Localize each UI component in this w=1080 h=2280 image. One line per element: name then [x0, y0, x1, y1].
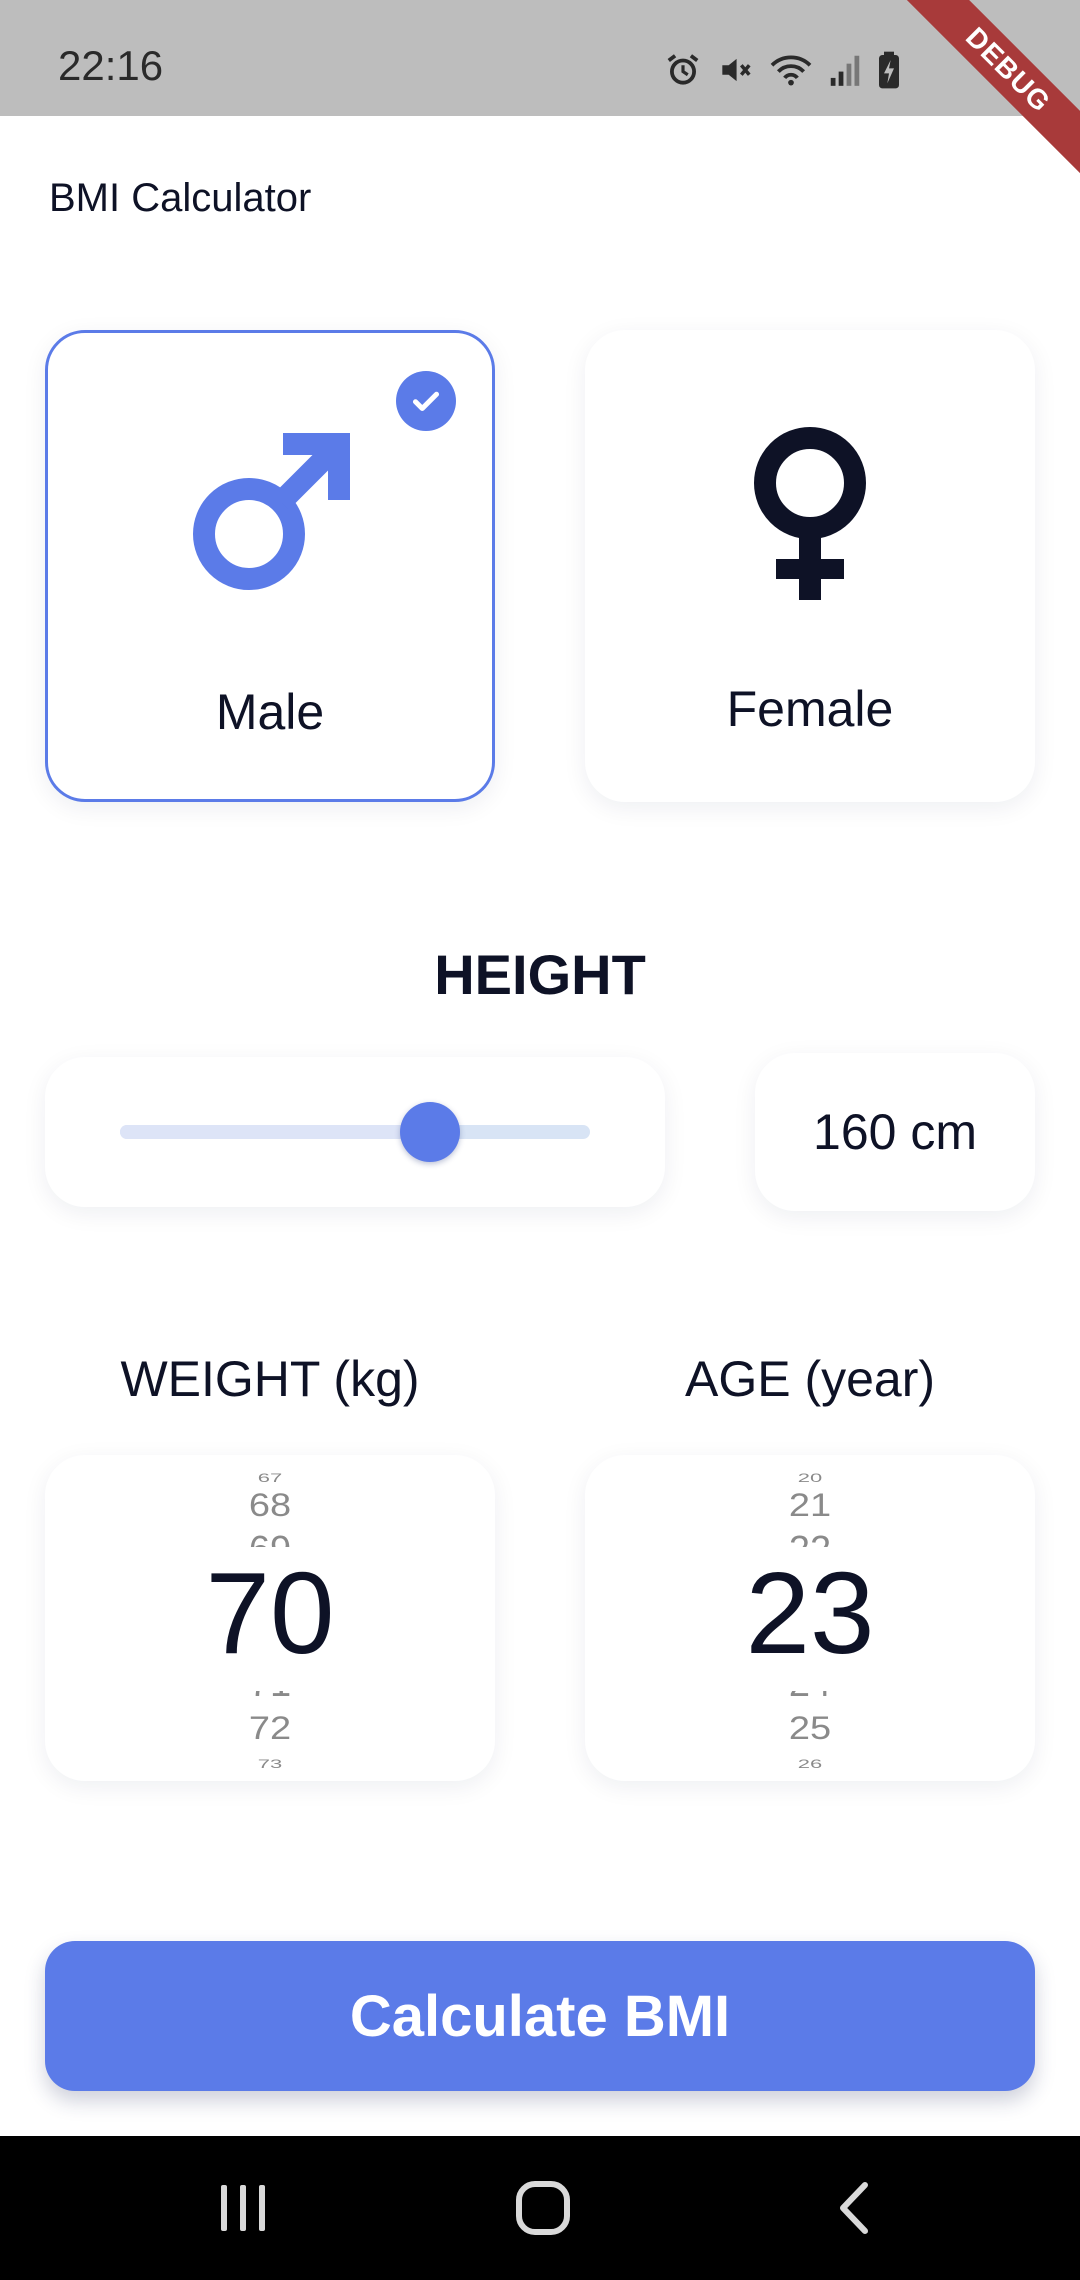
age-option[interactable]: 26	[585, 1758, 1035, 1770]
debug-label: DEBUG	[900, 0, 1080, 178]
recent-apps-icon[interactable]	[210, 2176, 276, 2240]
height-value: 160 cm	[755, 1053, 1035, 1211]
app-title: BMI Calculator	[49, 176, 312, 220]
age-option[interactable]: 24	[585, 1691, 1035, 1703]
male-symbol-icon	[185, 428, 355, 603]
age-option[interactable]: 20	[585, 1472, 1035, 1484]
calculate-bmi-button[interactable]: Calculate BMI	[45, 1941, 1035, 2091]
age-title: AGE (year)	[684, 1351, 936, 1407]
age-selected-value[interactable]: 23	[585, 1555, 1035, 1671]
weight-option[interactable]: 69	[45, 1531, 495, 1547]
status-time: 22:16	[58, 42, 164, 89]
gender-option-female[interactable]: Female	[585, 330, 1035, 802]
height-slider-card	[45, 1057, 665, 1207]
mute-icon	[716, 51, 754, 94]
selected-check-icon	[396, 371, 456, 431]
height-slider-thumb[interactable]	[400, 1102, 461, 1162]
weight-option-text: 71	[45, 1691, 495, 1703]
status-icons	[664, 50, 902, 94]
weight-option[interactable]: 68	[45, 1490, 495, 1522]
age-picker[interactable]: 20 21 22 23 24 25 26	[585, 1455, 1035, 1781]
signal-icon	[828, 51, 862, 94]
gender-label-male: Male	[215, 684, 325, 740]
age-option[interactable]: 25	[585, 1713, 1035, 1745]
weight-title: WEIGHT (kg)	[120, 1351, 420, 1407]
wifi-icon	[768, 51, 814, 94]
home-icon[interactable]	[510, 2176, 576, 2240]
system-nav-bar	[0, 2136, 1080, 2280]
debug-banner: DEBUG	[900, 0, 1080, 180]
weight-selected-value[interactable]: 70	[45, 1555, 495, 1671]
alarm-icon	[664, 51, 702, 94]
back-icon[interactable]	[820, 2176, 886, 2240]
gender-label-female: Female	[726, 681, 894, 737]
height-slider-track[interactable]	[120, 1125, 590, 1139]
weight-option[interactable]: 73	[45, 1758, 495, 1770]
weight-option[interactable]: 71	[45, 1691, 495, 1703]
weight-option[interactable]: 72	[45, 1713, 495, 1745]
age-option[interactable]: 22	[585, 1531, 1035, 1547]
battery-charging-icon	[876, 50, 902, 95]
weight-option[interactable]: 67	[45, 1472, 495, 1484]
gender-option-male[interactable]: Male	[45, 330, 495, 802]
height-title: HEIGHT	[434, 943, 646, 1006]
height-slider-fill	[120, 1125, 431, 1139]
female-symbol-icon	[750, 425, 870, 610]
weight-picker[interactable]: 67 68 69 70 71 72 73	[45, 1455, 495, 1781]
status-bar: 22:16 DEBUG	[0, 0, 1080, 178]
age-option[interactable]: 21	[585, 1490, 1035, 1522]
age-option-text: 24	[585, 1691, 1035, 1703]
